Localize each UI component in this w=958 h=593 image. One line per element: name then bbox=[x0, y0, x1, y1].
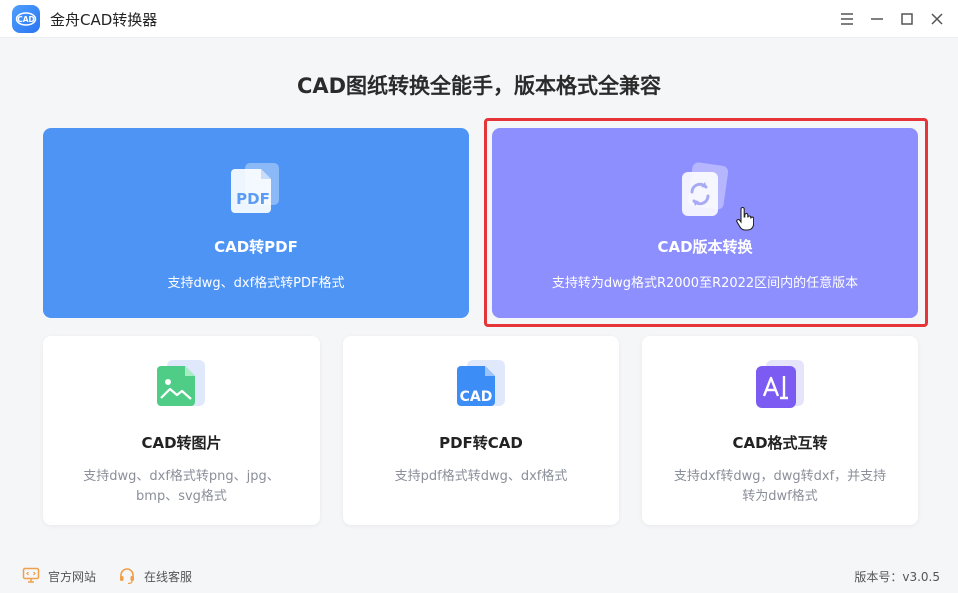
cad-version-title: CAD版本转换 bbox=[657, 238, 753, 256]
cad-version-card[interactable]: CAD版本转换 支持转为dwg格式R2000至R2022区间内的任意版本 bbox=[492, 128, 918, 318]
title-bar: CAD 金舟CAD转换器 bbox=[0, 0, 958, 38]
format-convert-icon bbox=[756, 360, 804, 408]
app-title: 金舟CAD转换器 bbox=[50, 11, 158, 29]
version-convert-icon bbox=[682, 162, 729, 216]
maximize-button[interactable] bbox=[896, 8, 918, 30]
pdf-to-cad-title: PDF转CAD bbox=[439, 434, 523, 452]
cad-format-desc: 支持dxf转dwg，dwg转dxf，并支持转为dwf格式 bbox=[673, 469, 887, 504]
cad-to-image-desc: 支持dwg、dxf格式转png、jpg、bmp、svg格式 bbox=[83, 469, 280, 504]
menu-icon bbox=[841, 13, 853, 25]
hand-cursor-icon bbox=[736, 207, 754, 231]
close-button[interactable] bbox=[926, 8, 948, 30]
cad-to-pdf-card[interactable]: PDF CAD转PDF 支持dwg、dxf格式转PDF格式 bbox=[43, 128, 469, 318]
pdf-to-cad-desc: 支持pdf格式转dwg、dxf格式 bbox=[394, 469, 568, 484]
cad-icon-label: CAD bbox=[460, 389, 493, 405]
maximize-icon bbox=[901, 13, 913, 25]
website-icon bbox=[22, 567, 40, 583]
menu-button[interactable] bbox=[836, 8, 858, 30]
pdf-icon-label: PDF bbox=[236, 190, 270, 208]
cad-to-image-card[interactable]: CAD转图片 支持dwg、dxf格式转png、jpg、bmp、svg格式 bbox=[43, 336, 320, 525]
cad-to-pdf-desc: 支持dwg、dxf格式转PDF格式 bbox=[167, 276, 345, 291]
cad-format-card[interactable]: CAD格式互转 支持dxf转dwg，dwg转dxf，并支持转为dwf格式 bbox=[642, 336, 918, 525]
official-website-link[interactable]: 官方网站 bbox=[48, 568, 96, 585]
cad-version-desc: 支持转为dwg格式R2000至R2022区间内的任意版本 bbox=[551, 276, 859, 291]
pdf-file-icon: PDF bbox=[231, 163, 279, 213]
app-logo-text: CAD bbox=[17, 15, 35, 24]
online-support-link[interactable]: 在线客服 bbox=[144, 568, 192, 585]
cad-to-pdf-title: CAD转PDF bbox=[214, 238, 298, 256]
pdf-to-cad-card[interactable]: CAD PDF转CAD 支持pdf格式转dwg、dxf格式 bbox=[343, 336, 619, 525]
image-file-icon bbox=[157, 360, 205, 406]
minimize-icon bbox=[871, 18, 883, 20]
headset-icon bbox=[120, 568, 134, 585]
cad-to-image-title: CAD转图片 bbox=[141, 434, 222, 452]
minimize-button[interactable] bbox=[866, 8, 888, 30]
cad-format-title: CAD格式互转 bbox=[732, 434, 828, 452]
cad-file-icon: CAD bbox=[457, 360, 505, 406]
close-icon bbox=[931, 13, 943, 25]
page-headline: CAD图纸转换全能手，版本格式全兼容 bbox=[296, 74, 662, 98]
version-label: 版本号：v3.0.5 bbox=[854, 570, 940, 584]
app-logo-icon: CAD bbox=[12, 5, 40, 33]
